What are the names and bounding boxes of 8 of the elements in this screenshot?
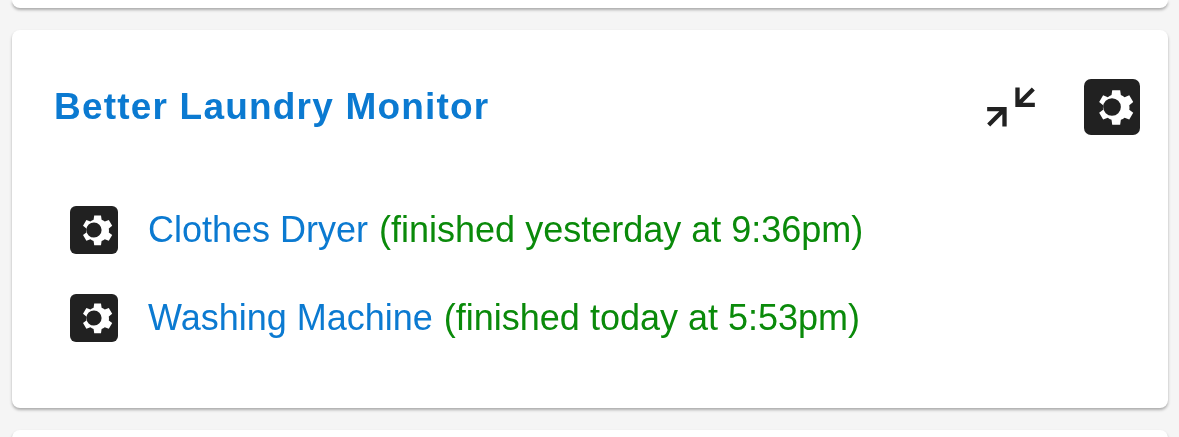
status-text: (finished today at 5:53pm) (443, 297, 861, 339)
settings-icon[interactable] (1084, 79, 1140, 135)
status-text: (finished yesterday at 9:36pm) (379, 209, 864, 251)
device-link[interactable]: Washing Machine (148, 297, 433, 339)
settings-icon[interactable] (70, 206, 118, 254)
device-link[interactable]: Clothes Dryer (148, 209, 369, 251)
settings-icon[interactable] (70, 294, 118, 342)
card-title: Better Laundry Monitor (54, 86, 491, 128)
